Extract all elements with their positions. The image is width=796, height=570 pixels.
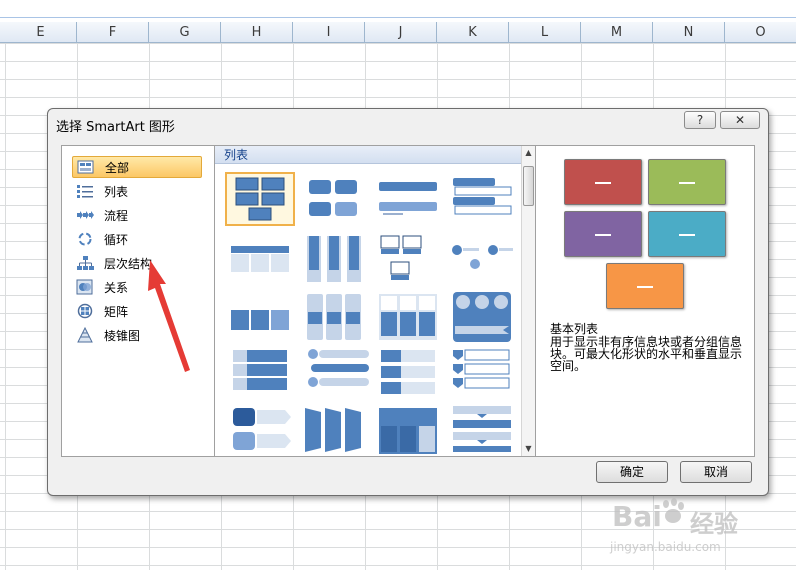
scroll-thumb[interactable] [523, 166, 534, 206]
process-icon [76, 207, 94, 223]
category-label: 关系 [104, 280, 129, 295]
relationship-icon [76, 279, 94, 295]
layout-block-arrows-list[interactable] [299, 402, 369, 456]
preview-block-4 [648, 211, 726, 257]
annotation-arrow-icon [148, 260, 190, 372]
ok-button[interactable]: 确定 [596, 461, 668, 483]
layout-hierarchy-table[interactable] [373, 402, 443, 456]
layout-horizontal-bullet-list[interactable] [225, 290, 295, 344]
layout-vertical-box-list[interactable] [299, 232, 369, 286]
layout-stacked-boxes[interactable] [299, 290, 369, 344]
layout-bubble-list[interactable] [447, 232, 517, 286]
layout-vertical-chevron-list[interactable] [225, 346, 295, 400]
layout-picture-caption-list[interactable] [373, 232, 443, 286]
column-header-g[interactable]: G [149, 22, 221, 43]
category-label: 矩阵 [104, 304, 129, 319]
layout-vertical-bullet-list[interactable] [447, 172, 517, 226]
layout-basic-list[interactable] [225, 172, 295, 226]
preview-block-3 [564, 211, 642, 257]
layout-trapezoid-list[interactable] [299, 346, 369, 400]
ribbon-bottom-line [0, 17, 796, 18]
layout-arrow-list[interactable] [225, 402, 295, 456]
watermark-url: jingyan.baidu.com [610, 540, 721, 554]
layout-circle-picture-list[interactable] [447, 290, 517, 344]
cancel-button[interactable]: 取消 [680, 461, 752, 483]
category-item-all[interactable]: 全部 [72, 156, 202, 178]
layout-table-list[interactable] [225, 232, 295, 286]
column-header-i[interactable]: I [293, 22, 365, 43]
close-icon: ✕ [734, 113, 746, 127]
watermark-brand: Bai [612, 500, 662, 533]
layout-grouped-list[interactable] [373, 290, 443, 344]
column-header-row: E F G H I J K L M N O [0, 22, 796, 43]
help-button[interactable]: ? [684, 111, 716, 129]
column-header-e[interactable]: E [5, 22, 77, 43]
category-list: 全部 列表 流程 循环 层次结构 关系 矩阵 棱锥图 [62, 146, 213, 456]
preview-block-5 [606, 263, 684, 309]
category-item-list[interactable]: 列表 [72, 180, 202, 202]
column-header-n[interactable]: N [653, 22, 725, 43]
layout-alternating-hexagons[interactable] [299, 172, 369, 226]
layout-lined-list[interactable] [447, 346, 517, 400]
category-label: 棱锥图 [104, 328, 141, 343]
baidu-watermark: Bai 经验 jingyan.baidu.com [586, 496, 786, 566]
layout-gallery: 列表 ▲ ▼ [214, 146, 536, 456]
category-label: 循环 [104, 232, 129, 247]
matrix-icon [76, 303, 94, 319]
layout-descending-block-list[interactable] [373, 346, 443, 400]
layout-stacked-list[interactable] [373, 172, 443, 226]
category-label: 全部 [105, 160, 130, 175]
column-header-j[interactable]: J [365, 22, 437, 43]
paw-logo-icon [663, 498, 684, 523]
category-item-process[interactable]: 流程 [72, 204, 202, 226]
category-label: 流程 [104, 208, 129, 223]
category-label: 列表 [104, 184, 129, 199]
category-item-cycle[interactable]: 循环 [72, 228, 202, 250]
column-header-o[interactable]: O [725, 22, 796, 43]
scroll-down-icon[interactable]: ▼ [522, 442, 535, 456]
gallery-header: 列表 [215, 146, 523, 164]
preview-block-1 [564, 159, 642, 205]
preview-block-2 [648, 159, 726, 205]
dialog-body: 全部 列表 流程 循环 层次结构 关系 矩阵 棱锥图 列表 ▲ ▼ 基本列表 用… [61, 145, 755, 457]
layout-segmented-list[interactable] [447, 402, 517, 456]
list-icon [76, 183, 94, 199]
gallery-scrollbar[interactable]: ▲ ▼ [521, 146, 535, 456]
smartart-dialog: 选择 SmartArt 图形 ? ✕ 全部 列表 流程 循环 层次结构 关系 矩… [47, 108, 769, 496]
all-icon [77, 159, 95, 175]
preview-panel: 基本列表 用于显示非有序信息块或者分组信息块。可最大化形状的水平和垂直显示空间。 [538, 146, 754, 456]
column-header-h[interactable]: H [221, 22, 293, 43]
column-header-m[interactable]: M [581, 22, 653, 43]
column-header-f[interactable]: F [77, 22, 149, 43]
preview-description: 用于显示非有序信息块或者分组信息块。可最大化形状的水平和垂直显示空间。 [550, 335, 743, 373]
column-header-k[interactable]: K [437, 22, 509, 43]
cycle-icon [76, 231, 94, 247]
dialog-title: 选择 SmartArt 图形 [56, 120, 175, 135]
close-button[interactable]: ✕ [720, 111, 760, 129]
scroll-up-icon[interactable]: ▲ [522, 146, 535, 160]
watermark-brand-suffix: 经验 [690, 510, 738, 538]
column-header-l[interactable]: L [509, 22, 581, 43]
hierarchy-icon [76, 255, 94, 271]
pyramid-icon [76, 326, 94, 343]
